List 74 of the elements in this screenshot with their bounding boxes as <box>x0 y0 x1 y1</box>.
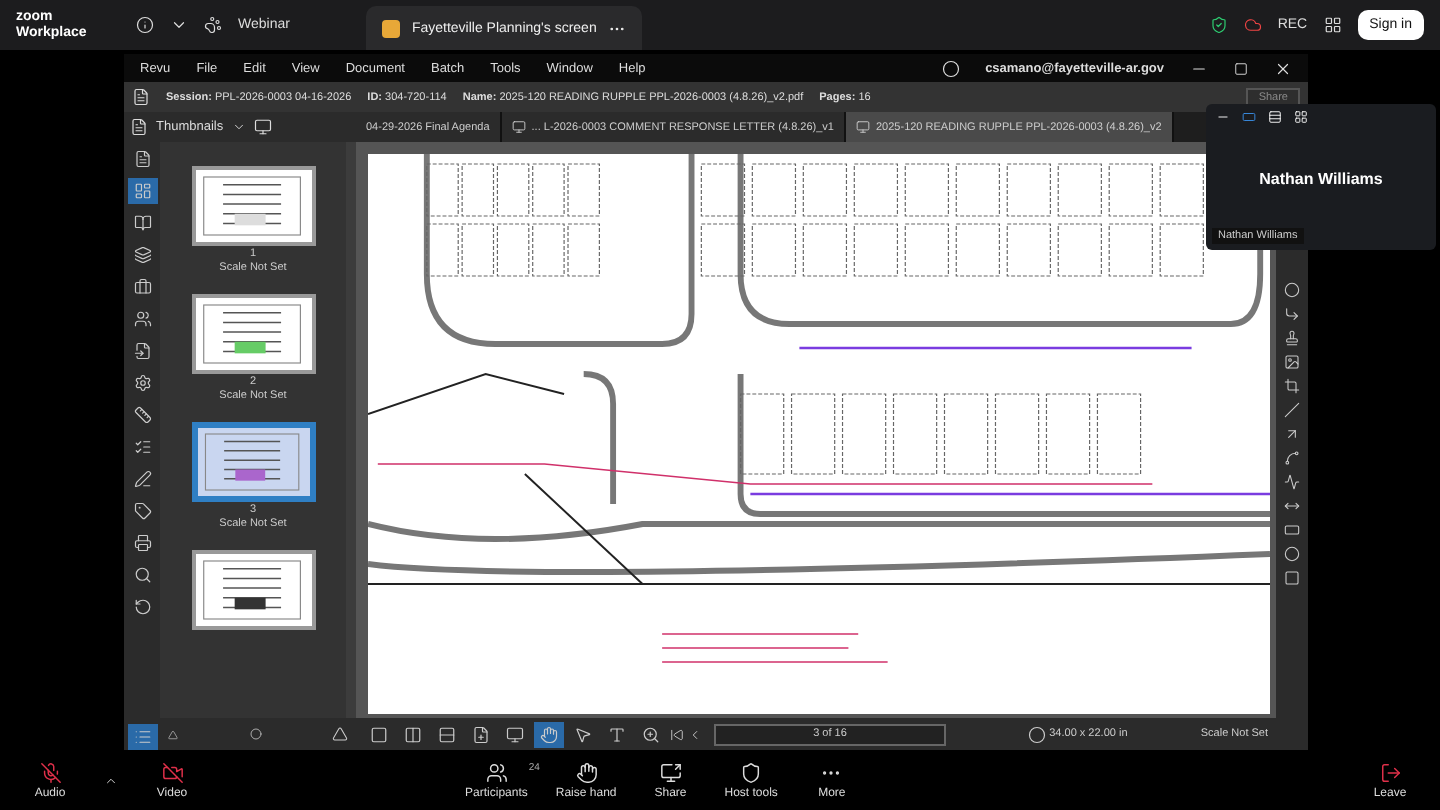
columns-icon <box>404 725 422 743</box>
settings-icon <box>133 374 151 392</box>
image-icon[interactable] <box>1284 354 1300 370</box>
side-tool-button[interactable] <box>127 178 157 204</box>
chevron-up-icon[interactable] <box>104 773 118 787</box>
page-thumbnail[interactable] <box>191 166 315 246</box>
previous-page-icon[interactable] <box>688 727 702 741</box>
info-icon[interactable] <box>136 16 154 34</box>
briefcase-icon <box>133 278 151 296</box>
page-thumbnail[interactable] <box>191 422 315 502</box>
zoom-icon <box>642 725 660 743</box>
hand-icon <box>540 725 558 743</box>
paw-icon <box>204 16 222 34</box>
minimize-icon[interactable] <box>1216 110 1230 124</box>
leave-icon <box>1379 761 1401 783</box>
close-icon[interactable] <box>1274 59 1292 77</box>
share-screen-icon <box>659 761 682 783</box>
view-tool-button[interactable] <box>534 721 564 747</box>
ellipse-icon[interactable] <box>1284 546 1300 562</box>
hand-icon <box>575 761 598 783</box>
page-thumbnail[interactable] <box>191 294 315 374</box>
monitor-icon <box>506 725 524 743</box>
thumbnails-icon <box>133 182 151 200</box>
list-button[interactable] <box>127 724 157 750</box>
list-icon <box>133 728 151 746</box>
pen-icon <box>133 470 151 488</box>
strip-view-icon[interactable] <box>1268 110 1282 124</box>
rectangle-icon[interactable] <box>1284 522 1300 538</box>
square-icon[interactable] <box>1284 570 1300 586</box>
chevron-down-icon[interactable] <box>231 120 246 134</box>
polyline-icon[interactable] <box>1284 474 1300 490</box>
page-thumbnail[interactable] <box>191 550 315 630</box>
view-icon[interactable] <box>1323 16 1342 34</box>
maximize-icon[interactable] <box>1234 61 1248 75</box>
document-icon <box>133 150 151 168</box>
small-triangle-icon <box>168 729 178 739</box>
search-icon <box>133 566 151 584</box>
line-icon[interactable] <box>1284 402 1300 418</box>
stamp-icon[interactable] <box>1284 330 1300 346</box>
ruler-icon <box>133 406 151 424</box>
tag-icon <box>133 502 151 520</box>
file-icon <box>472 725 490 743</box>
shield-icon <box>740 761 763 783</box>
shield-icon <box>1209 16 1228 34</box>
participants-icon <box>485 761 508 783</box>
curve-icon[interactable] <box>1284 450 1300 466</box>
book-icon <box>133 214 151 232</box>
form-icon <box>133 342 151 360</box>
mic-off-icon <box>39 761 61 783</box>
document-tab-icon <box>511 120 526 134</box>
cloud-record-icon <box>1243 16 1262 34</box>
speaker-view-icon[interactable] <box>1242 110 1256 124</box>
crop-icon[interactable] <box>1284 378 1300 394</box>
large-triangle-icon <box>332 726 348 742</box>
pointer-icon <box>574 725 592 743</box>
rows-icon <box>438 725 456 743</box>
arrow-icon[interactable] <box>1284 426 1300 442</box>
first-page-icon[interactable] <box>670 727 684 741</box>
layers-icon <box>133 246 151 264</box>
video-off-icon <box>161 761 183 783</box>
rotate-icon <box>133 598 151 616</box>
checklist-icon <box>133 438 151 456</box>
chevron-down-icon[interactable] <box>170 16 188 34</box>
grid-view-icon[interactable] <box>1294 110 1308 124</box>
circle-icon[interactable] <box>1284 282 1300 298</box>
size-slider-thumb-icon[interactable] <box>249 728 261 740</box>
users-icon <box>133 310 151 328</box>
document-tab-icon <box>856 120 870 134</box>
printer-icon <box>133 534 151 552</box>
square-icon <box>370 725 388 743</box>
text-select-icon <box>608 725 626 743</box>
corner-arrow-icon[interactable] <box>1284 306 1300 322</box>
dimension-icon[interactable] <box>1284 498 1300 514</box>
participant-name: Nathan Williams <box>1257 168 1385 192</box>
